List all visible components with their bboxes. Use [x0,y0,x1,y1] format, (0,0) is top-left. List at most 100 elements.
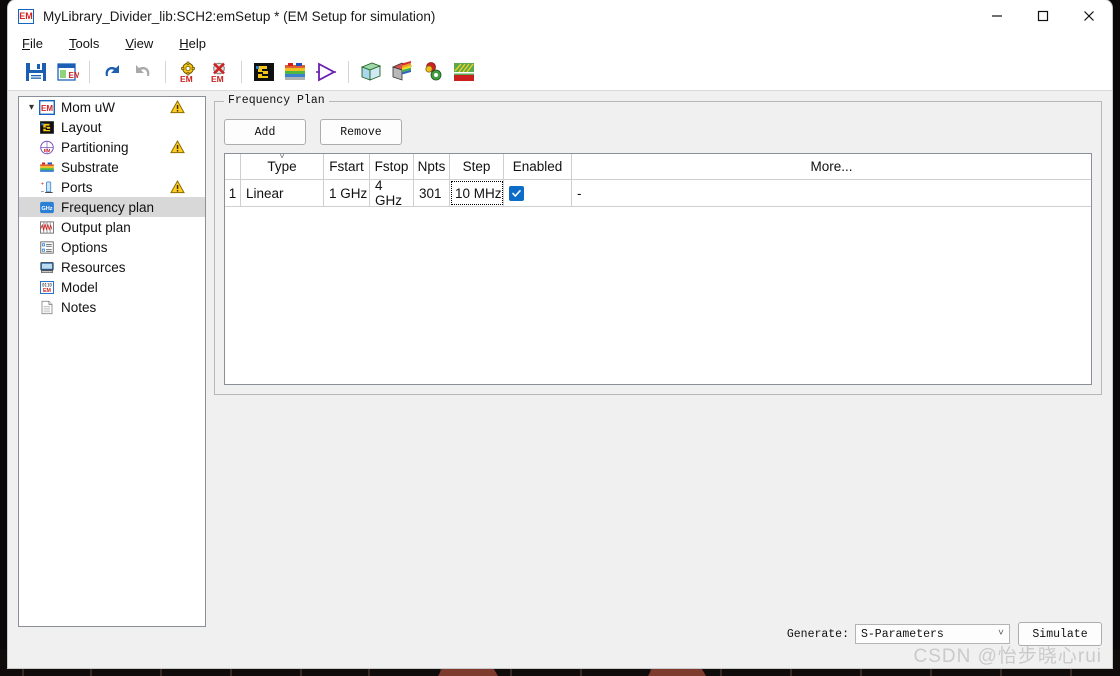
tree-item-output-plan[interactable]: Output plan [19,217,205,237]
sort-indicator-icon: ˅ [279,153,285,162]
frequency-plan-group: Frequency Plan Add Remove ˅ Type Fstart … [214,94,1102,395]
menu-view[interactable]: View [123,34,163,53]
toolbar-separator [165,61,166,83]
watermark-text: CSDN @怡步晓心rui [913,646,1102,667]
column-header-fstop[interactable]: Fstop [370,154,414,179]
svg-text:GHz: GHz [41,206,52,212]
ports-icon: + − [38,179,55,196]
tree-item-label: Ports [61,179,93,195]
table-row[interactable]: 1 Linear 1 GHz 4 GHz 301 10 MHz - [225,178,1091,208]
run-icon[interactable] [312,58,340,86]
menu-file[interactable]: File [20,34,53,53]
column-header-more[interactable]: More... [572,154,1091,179]
em-document-icon[interactable]: EM [53,58,81,86]
app-icon: EM [18,8,34,24]
warning-icon [169,180,185,195]
tree-item-resources[interactable]: Resources [19,257,205,277]
svg-text:EM: EM [211,74,224,84]
remove-button[interactable]: Remove [320,119,402,145]
tree-item-label: Substrate [61,159,119,175]
substrate-icon [38,159,55,176]
table-header-row: ˅ Type Fstart Fstop Npts Step Enabled Mo… [225,154,1091,180]
minimize-button[interactable] [974,0,1020,32]
tree-item-label: Resources [61,259,126,275]
column-header-step[interactable]: Step [450,154,504,179]
svg-text:EM: EM [180,74,193,84]
column-header-rownum[interactable] [225,154,241,179]
undo-icon[interactable] [98,58,126,86]
cell-fstart[interactable]: 1 GHz [324,180,370,206]
frequency-plan-actions: Add Remove [224,119,402,145]
cell-step[interactable]: 10 MHz [450,180,504,206]
tree-item-label: Partitioning [61,139,129,155]
window-controls [974,0,1112,32]
layout-icon [38,119,55,136]
em-root-icon: EM [38,99,55,116]
cell-enabled[interactable] [504,180,572,206]
cell-fstop[interactable]: 4 GHz [370,178,414,208]
layout-icon[interactable] [250,58,278,86]
menu-accelerator: F [22,35,30,51]
svg-text:0110: 0110 [42,282,52,287]
tree-item-model[interactable]: 0110 EM Model [19,277,205,297]
svg-text:−: − [40,189,43,195]
toolbar-separator [241,61,242,83]
add-button[interactable]: Add [224,119,306,145]
save-icon[interactable] [22,58,50,86]
toolbar-separator [348,61,349,83]
column-header-type[interactable]: ˅ Type [241,154,324,179]
3d-field-icon[interactable] [388,58,416,86]
tree-item-notes[interactable]: Notes [19,297,205,317]
resources-icon [38,259,55,276]
mesh-icon[interactable] [450,58,478,86]
menu-label: ools [75,35,100,51]
tree-item-layout[interactable]: Layout [19,117,205,137]
redo-icon[interactable] [129,58,157,86]
tree-item-frequency-plan[interactable]: GHz Frequency plan [19,197,205,217]
em-simulate-gear-icon[interactable]: EM [174,58,202,86]
cell-type[interactable]: Linear [241,180,324,206]
tree-item-mom-uw[interactable]: ▾ EM Mom uW [19,97,205,117]
cell-more[interactable]: - [572,180,1091,206]
enabled-checkbox[interactable] [509,185,524,201]
tree-item-substrate[interactable]: Substrate [19,157,205,177]
chevron-down-icon[interactable]: ˅ [998,629,1004,640]
svg-text:+: + [40,181,43,187]
row-number: 1 [225,180,241,206]
substrate-icon[interactable] [281,58,309,86]
window-title: MyLibrary_Divider_lib:SCH2:emSetup * (EM… [43,8,436,24]
cell-npts[interactable]: 301 [414,180,450,206]
menu-accelerator: V [125,35,134,51]
setup-tree-panel[interactable]: ▾ EM Mom uW Layout EM Partitioning Subst… [18,96,206,627]
tree-item-label: Notes [61,299,97,315]
column-header-fstart[interactable]: Fstart [324,154,370,179]
application-window: EM MyLibrary_Divider_lib:SCH2:emSetup * … [8,0,1112,668]
menu-help[interactable]: Help [177,34,216,53]
chevron-down-icon[interactable]: ▾ [25,102,38,113]
generate-label: Generate: [786,627,849,641]
output-plan-icon [38,219,55,236]
3d-view-icon[interactable] [357,58,385,86]
tree-item-label: Layout [61,119,102,135]
svg-text:EM: EM [69,71,80,80]
column-header-npts[interactable]: Npts [414,154,450,179]
svg-text:EM: EM [43,287,52,293]
menu-tools[interactable]: Tools [67,34,109,53]
options-icon [38,239,55,256]
model-em-icon: 0110 EM [38,279,55,296]
frequency-plan-table[interactable]: ˅ Type Fstart Fstop Npts Step Enabled Mo… [224,153,1092,385]
maximize-button[interactable] [1020,0,1066,32]
menu-label: ile [29,35,43,51]
tree-item-label: Options [61,239,108,255]
close-button[interactable] [1066,0,1112,32]
em-stop-icon[interactable]: EM [205,58,233,86]
menu-label: iew [133,35,154,51]
tree-item-ports[interactable]: + − Ports [19,177,205,197]
menu-bar: File Tools View Help [8,32,1112,54]
em-options-gear-icon[interactable] [419,58,447,86]
tree-item-options[interactable]: Options [19,237,205,257]
tree-item-partitioning[interactable]: EM Partitioning [19,137,205,157]
column-header-enabled[interactable]: Enabled [504,154,572,179]
window-body: ▾ EM Mom uW Layout EM Partitioning Subst… [8,91,1112,668]
title-bar: EM MyLibrary_Divider_lib:SCH2:emSetup * … [8,0,1112,32]
